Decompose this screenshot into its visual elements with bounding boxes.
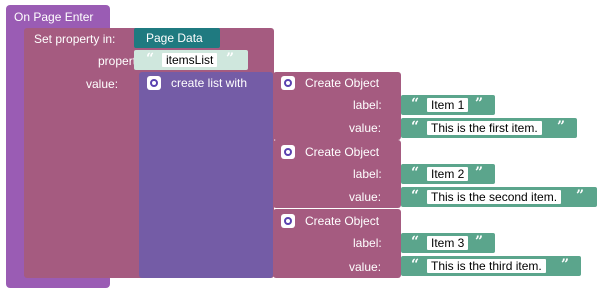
label-string-block[interactable]: “ Item 3 ” xyxy=(401,233,495,253)
page-data-block[interactable]: Page Data xyxy=(134,28,220,48)
event-label: On Page Enter xyxy=(14,10,94,24)
value-key: value: xyxy=(349,260,382,274)
label-key: label: xyxy=(353,167,382,181)
open-quote-icon: “ xyxy=(411,257,420,273)
close-quote-icon: ” xyxy=(226,51,235,67)
close-quote-icon: ” xyxy=(475,234,484,250)
label-key: label: xyxy=(353,98,382,112)
value-string-block[interactable]: “ This is the first item. ” xyxy=(401,118,577,138)
create-object-block[interactable]: Create Object label: value: xyxy=(273,209,401,278)
property-string-block[interactable]: “ itemsList ” xyxy=(134,50,248,70)
open-quote-icon: “ xyxy=(411,96,420,112)
create-object-block[interactable]: Create Object label: value: xyxy=(273,140,401,208)
create-list-label: create list with xyxy=(171,76,248,90)
create-object-label: Create Object xyxy=(305,76,380,90)
property-value-field[interactable]: itemsList xyxy=(162,53,218,67)
value-string-block[interactable]: “ This is the third item. ” xyxy=(401,256,581,276)
create-object-label: Create Object xyxy=(305,214,380,228)
page-data-label: Page Data xyxy=(146,31,203,45)
label-string-block[interactable]: “ Item 1 ” xyxy=(401,95,495,115)
label-key: label: xyxy=(353,236,382,250)
open-quote-icon: “ xyxy=(411,119,420,135)
value-string-block[interactable]: “ This is the second item. ” xyxy=(401,187,597,207)
value-value-field[interactable]: This is the first item. xyxy=(427,121,542,135)
open-quote-icon: “ xyxy=(146,51,155,67)
set-property-label: Set property in: xyxy=(34,32,116,46)
close-quote-icon: ” xyxy=(576,188,585,204)
gear-icon[interactable] xyxy=(147,76,161,90)
create-object-block[interactable]: Create Object label: value: xyxy=(273,72,401,140)
gear-icon[interactable] xyxy=(281,145,295,159)
label-string-block[interactable]: “ Item 2 ” xyxy=(401,164,495,184)
open-quote-icon: “ xyxy=(411,188,420,204)
value-key: value: xyxy=(349,121,382,135)
label-value-field[interactable]: Item 2 xyxy=(427,167,469,181)
open-quote-icon: “ xyxy=(411,234,420,250)
create-list-block[interactable]: create list with xyxy=(139,72,273,278)
close-quote-icon: ” xyxy=(475,96,484,112)
create-object-label: Create Object xyxy=(305,145,380,159)
gear-icon[interactable] xyxy=(281,214,295,228)
label-value-field[interactable]: Item 1 xyxy=(427,98,469,112)
open-quote-icon: “ xyxy=(411,165,420,181)
close-quote-icon: ” xyxy=(561,257,570,273)
close-quote-icon: ” xyxy=(475,165,484,181)
label-value-field[interactable]: Item 3 xyxy=(427,236,469,250)
value-value-field[interactable]: This is the third item. xyxy=(427,259,546,273)
gear-icon[interactable] xyxy=(281,76,295,90)
close-quote-icon: ” xyxy=(557,119,566,135)
value-value-field[interactable]: This is the second item. xyxy=(427,190,562,204)
value-key: value: xyxy=(349,190,382,204)
value-label: value: xyxy=(86,77,119,91)
